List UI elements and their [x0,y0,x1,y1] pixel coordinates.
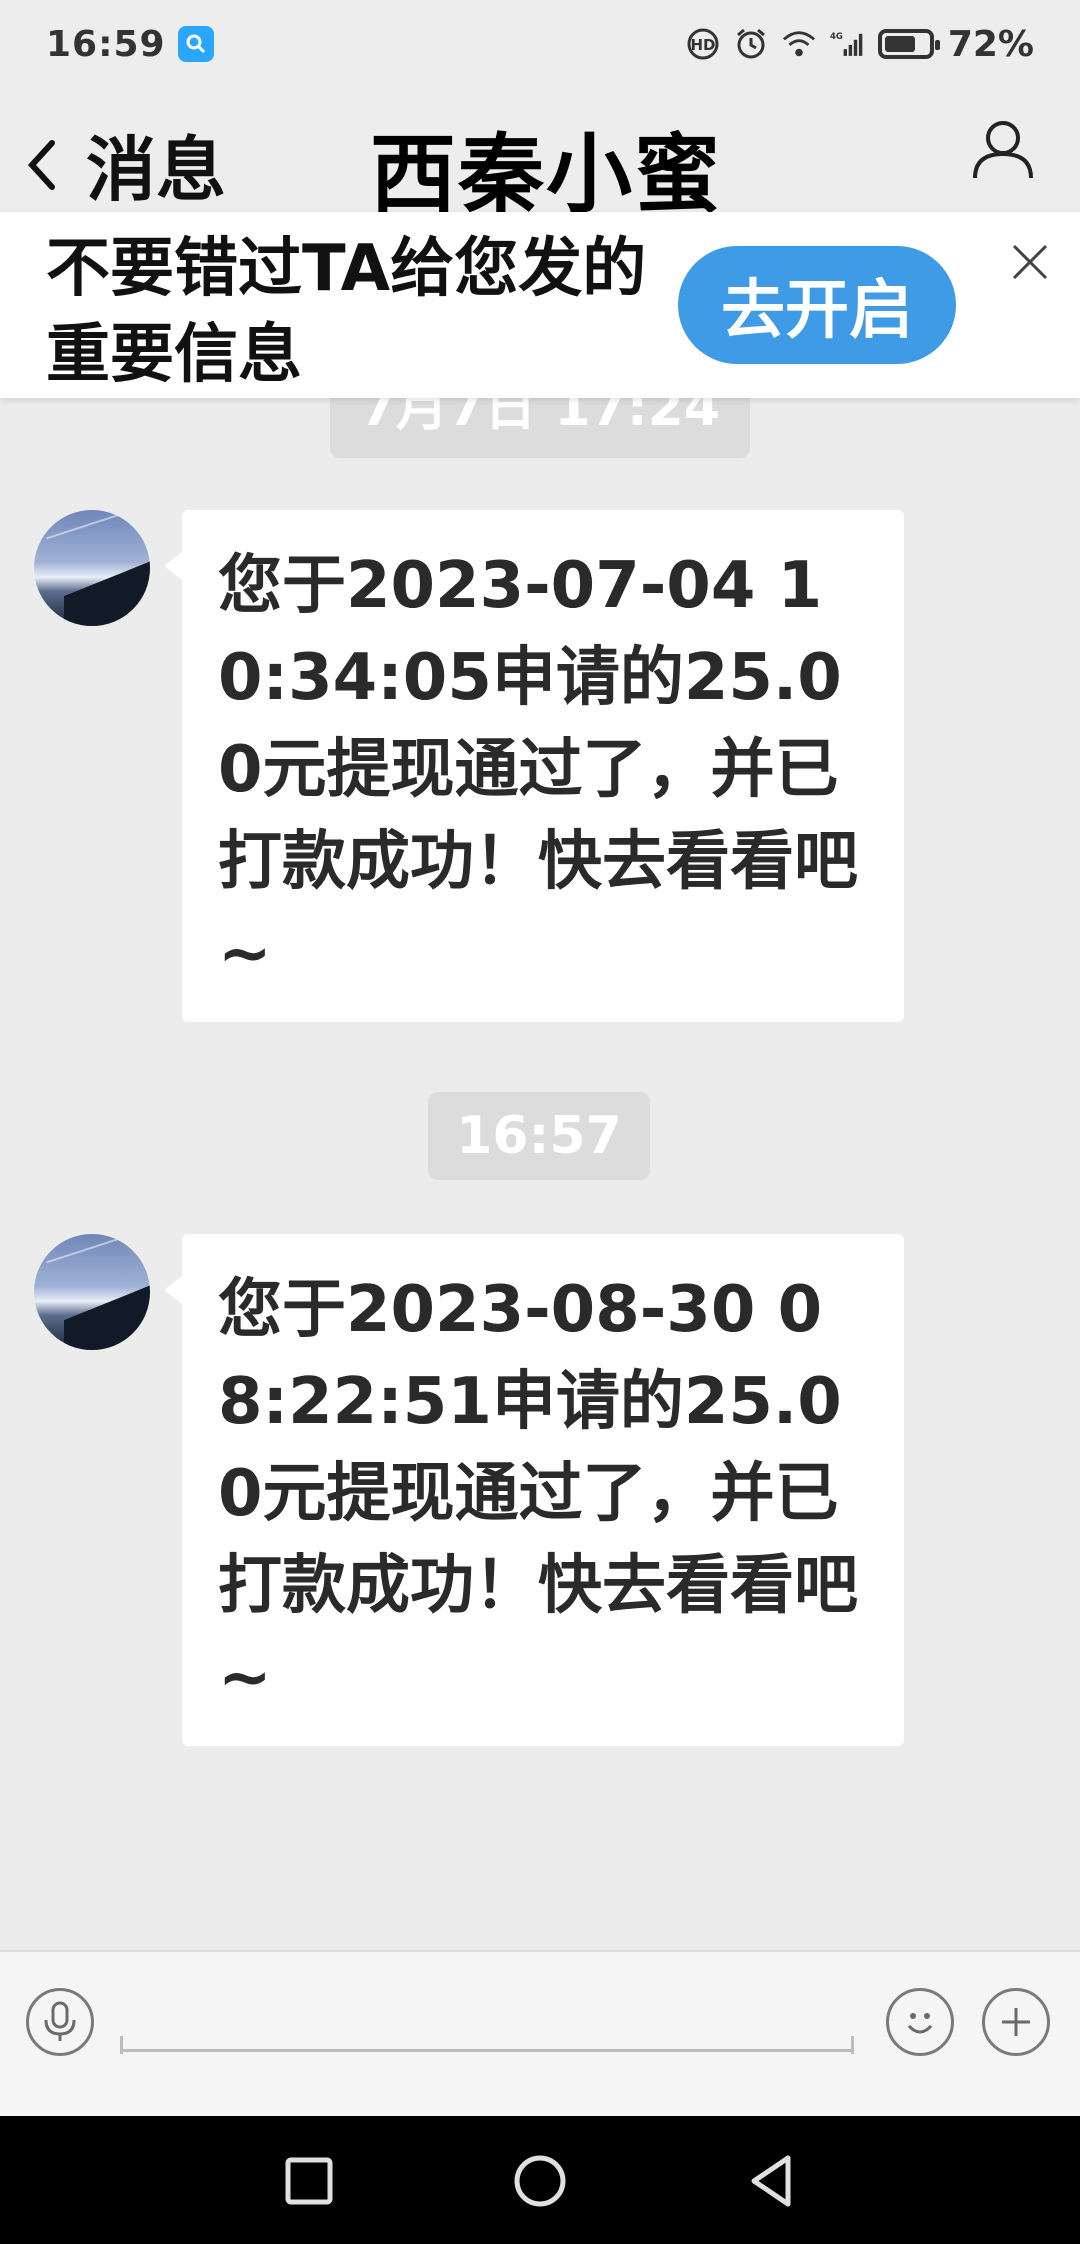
more-options-button[interactable] [982,1988,1050,2056]
emoji-icon [907,2013,933,2034]
chat-header: 消息 西秦小蜜 [0,88,1080,225]
hd-call-icon: HD [686,27,720,61]
svg-text:4G: 4G [830,32,843,42]
svg-text:HD: HD [690,36,715,54]
back-chevron-icon [27,139,55,190]
voice-button[interactable] [26,1988,94,2056]
input-underline-edge [120,2036,123,2054]
timestamp-pill: 16:57 [428,1092,650,1180]
alarm-icon [734,27,768,61]
timestamp-pill: 7月7日 17:24 [330,398,750,458]
page-title: 西秦小蜜 [370,125,722,225]
search-notification-icon [177,26,214,62]
message-bubble[interactable]: 您于2023-08-30 08:22:51申请的25.00元提现通过了，并已打款… [164,1234,904,1746]
status-bar: 16:59 HD 4G 72% [0,0,1080,88]
avatar[interactable] [34,510,150,626]
recent-apps-icon[interactable] [274,2146,344,2216]
chat-screen: 16:59 HD 4G 72% 消息 西秦小蜜 7月7日 17:24 您于202… [0,0,1080,2244]
battery-level [884,36,915,52]
wifi-icon [782,27,816,61]
profile-icon[interactable] [970,116,1036,182]
status-time: 16:59 [46,23,166,65]
back-label: 消息 [86,129,226,211]
message-input[interactable] [120,1982,854,2052]
signal-4g-icon: 4G [830,27,864,61]
home-icon[interactable] [505,2146,575,2216]
back-triangle-icon[interactable] [736,2146,806,2216]
back-button[interactable]: 消息 [24,114,226,215]
message-bubble[interactable]: 您于2023-07-04 10:34:05申请的25.00元提现通过了，并已打款… [164,510,904,1022]
message-list[interactable]: 7月7日 17:24 您于2023-07-04 10:34:05申请的25.00… [0,398,1080,1950]
microphone-icon [44,2001,76,2041]
input-underline-edge [851,2036,854,2054]
close-icon[interactable] [1010,242,1050,282]
input-bar [0,1950,1080,2116]
emoji-button[interactable] [886,1988,954,2056]
system-navigation-bar [0,2116,1080,2244]
enable-notifications-button[interactable]: 去开启 [678,246,956,364]
banner-message: 不要错过TA给您发的重要信息 [46,232,647,392]
plus-icon [1002,2008,1030,2036]
battery-icon [877,29,940,59]
battery-percentage: 72% [947,23,1034,65]
avatar[interactable] [34,1234,150,1350]
status-indicators: HD 4G 72% [686,24,1034,65]
notification-banner: 不要错过TA给您发的重要信息 去开启 [0,212,1080,398]
